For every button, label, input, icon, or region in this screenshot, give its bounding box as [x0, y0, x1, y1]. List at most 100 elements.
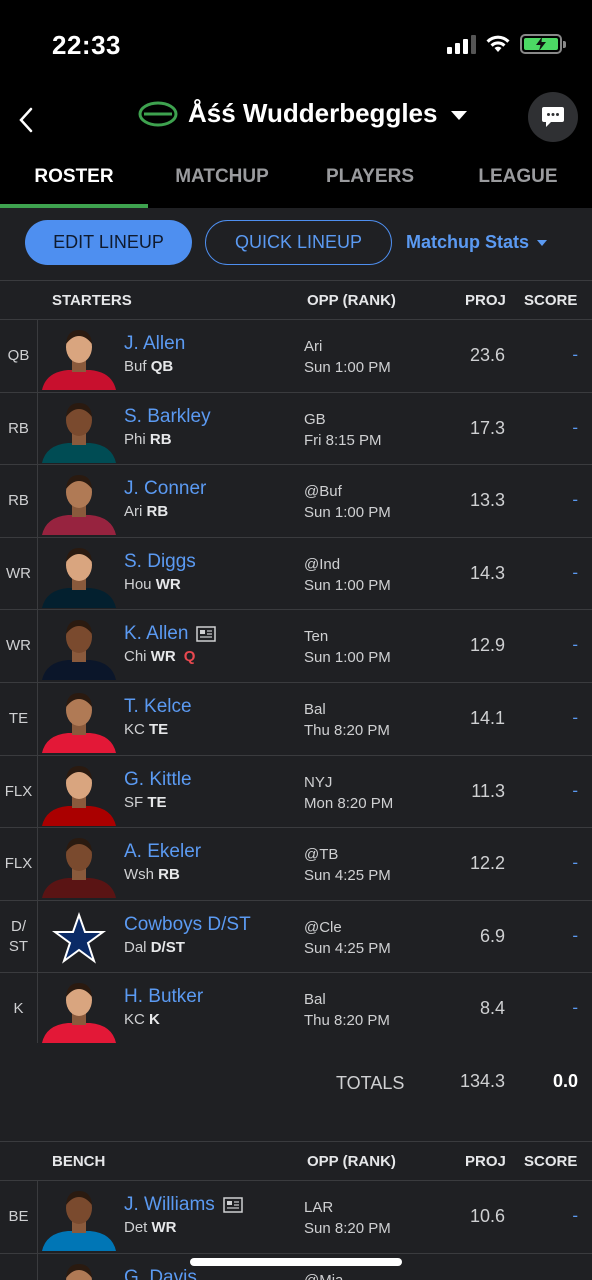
- player-name[interactable]: G. Davis: [124, 1267, 197, 1280]
- player-name-link[interactable]: J. Allen: [124, 333, 185, 355]
- player-name-link[interactable]: J. Conner: [124, 478, 206, 500]
- live-score[interactable]: -: [572, 563, 578, 583]
- opp-column-header: OPP (RANK): [307, 1153, 396, 1170]
- roster-slot[interactable]: BE: [0, 1181, 38, 1253]
- player-row[interactable]: D/ST Cowboys D/ST Dal D/ST @Cle Sun 4:25 PM 6…: [0, 900, 592, 974]
- player-row[interactable]: QB J. Allen Buf QB Ari Sun 1:00 PM 23.6 -: [0, 320, 592, 393]
- tab-league[interactable]: LEAGUE: [444, 152, 592, 208]
- game-time: Sun 1:00 PM: [304, 576, 391, 594]
- player-name[interactable]: H. Butker: [124, 986, 203, 1008]
- player-row[interactable]: RB S. Barkley Phi RB GB Fri 8:15 PM 17.3 -: [0, 392, 592, 466]
- starters-label: STARTERS: [52, 292, 132, 309]
- news-icon[interactable]: [223, 1197, 243, 1213]
- live-score[interactable]: -: [572, 635, 578, 655]
- player-name[interactable]: J. Conner: [124, 478, 206, 500]
- player-photo[interactable]: [40, 540, 118, 608]
- opponent-info: @Ind Sun 1:00 PM: [304, 554, 391, 596]
- player-name-link[interactable]: T. Kelce: [124, 696, 192, 718]
- tab-players[interactable]: PLAYERS: [296, 152, 444, 208]
- player-name[interactable]: K. Allen: [124, 623, 188, 645]
- opponent-info: GB Fri 8:15 PM: [304, 409, 382, 451]
- player-row[interactable]: RB J. Conner Ari RB @Buf Sun 1:00 PM 13.3 -: [0, 465, 592, 538]
- roster-slot[interactable]: K: [0, 973, 38, 1046]
- player-name[interactable]: T. Kelce: [124, 696, 192, 718]
- live-score[interactable]: -: [572, 418, 578, 438]
- player-photo[interactable]: [40, 395, 118, 463]
- player-name[interactable]: S. Barkley: [124, 406, 211, 428]
- player-headshot: [42, 547, 116, 608]
- player-photo[interactable]: [40, 903, 118, 971]
- chat-button[interactable]: [528, 92, 578, 142]
- live-score[interactable]: -: [572, 781, 578, 801]
- player-name-link[interactable]: S. Barkley: [124, 406, 211, 428]
- player-photo[interactable]: [40, 467, 118, 536]
- news-icon[interactable]: [196, 626, 217, 643]
- opponent-team: @Mia: [304, 1270, 343, 1280]
- player-row[interactable]: TE T. Kelce KC TE Bal Thu 8:20 PM 14.1 -: [0, 683, 592, 756]
- player-photo[interactable]: [40, 685, 118, 753]
- player-photo[interactable]: [40, 1183, 118, 1251]
- roster-slot[interactable]: FLX: [0, 755, 38, 828]
- player-name-link[interactable]: K. Allen: [124, 623, 217, 645]
- player-row[interactable]: BE J. Williams Det WR LAR Sun 8:20 PM 10.6 -: [0, 1181, 592, 1254]
- live-score[interactable]: -: [572, 998, 578, 1018]
- opponent-team: Ari: [304, 338, 323, 355]
- roster-slot[interactable]: WR: [0, 610, 38, 683]
- tab-roster[interactable]: ROSTER: [0, 152, 148, 208]
- roster-slot[interactable]: BE: [0, 1253, 38, 1280]
- nav-bar: Åśś Wudderbeggles: [0, 92, 592, 152]
- matchup-stats-dropdown[interactable]: Matchup Stats: [406, 232, 548, 253]
- player-name[interactable]: A. Ekeler: [124, 841, 201, 863]
- player-name[interactable]: J. Williams: [124, 1194, 215, 1216]
- player-photo[interactable]: [40, 612, 118, 681]
- player-headshot: [42, 693, 116, 753]
- live-score[interactable]: -: [572, 345, 578, 365]
- live-score[interactable]: -: [572, 708, 578, 728]
- player-name[interactable]: G. Kittle: [124, 769, 192, 791]
- player-name-link[interactable]: S. Diggs: [124, 551, 196, 573]
- player-name[interactable]: J. Allen: [124, 333, 185, 355]
- player-row[interactable]: WR S. Diggs Hou WR @Ind Sun 1:00 PM 14.3 -: [0, 537, 592, 611]
- roster-slot[interactable]: WR: [0, 537, 38, 610]
- back-button[interactable]: [18, 100, 44, 140]
- player-row[interactable]: WR K. Allen Chi WR Q Ten Sun 1:00 PM 12.9-: [0, 610, 592, 683]
- opponent-team: Ten: [304, 628, 329, 646]
- player-name-link[interactable]: H. Butker: [124, 986, 203, 1008]
- player-photo[interactable]: [40, 975, 118, 1044]
- live-score[interactable]: -: [572, 490, 578, 510]
- player-name[interactable]: Cowboys D/ST: [124, 914, 251, 936]
- player-name-link[interactable]: J. Williams: [124, 1194, 243, 1216]
- chevron-left-icon: [19, 107, 33, 133]
- roster-slot[interactable]: RB: [0, 465, 38, 538]
- player-photo[interactable]: [40, 758, 118, 826]
- player-position: RB: [149, 430, 172, 448]
- player-name-link[interactable]: G. Kittle: [124, 769, 192, 791]
- player-name-link[interactable]: A. Ekeler: [124, 841, 201, 863]
- player-photo[interactable]: [40, 1256, 118, 1280]
- live-score[interactable]: -: [572, 853, 578, 873]
- roster-slot[interactable]: TE: [0, 683, 38, 755]
- home-indicator[interactable]: [190, 1258, 402, 1266]
- player-name-link[interactable]: Cowboys D/ST: [124, 914, 251, 936]
- team-selector[interactable]: Åśś Wudderbeggles: [138, 98, 468, 129]
- player-row[interactable]: FLX A. Ekeler Wsh RB @TB Sun 4:25 PM 12.2 -: [0, 828, 592, 901]
- live-score[interactable]: -: [572, 926, 578, 946]
- roster-slot[interactable]: FLX: [0, 828, 38, 901]
- bench-header: BENCH OPP (RANK) PROJ SCORE: [0, 1141, 592, 1181]
- game-time: Sun 1:00 PM: [304, 649, 391, 667]
- player-photo[interactable]: [40, 830, 118, 899]
- quick-lineup-button[interactable]: QUICK LINEUP: [205, 220, 392, 265]
- player-team-position: Hou WR: [124, 575, 181, 593]
- player-row[interactable]: FLX G. Kittle SF TE NYJ Mon 8:20 PM 11.3 -: [0, 755, 592, 829]
- tab-matchup[interactable]: MATCHUP: [148, 152, 296, 208]
- roster-slot[interactable]: D/ST: [0, 900, 38, 973]
- live-score[interactable]: -: [572, 1206, 578, 1226]
- roster-slot[interactable]: RB: [0, 392, 38, 465]
- edit-lineup-button[interactable]: EDIT LINEUP: [25, 220, 192, 265]
- player-position: WR: [151, 1219, 177, 1236]
- player-row[interactable]: K H. Butker KC K Bal Thu 8:20 PM 8.4 -: [0, 973, 592, 1046]
- player-name[interactable]: S. Diggs: [124, 551, 196, 573]
- player-name-link[interactable]: G. Davis: [124, 1267, 197, 1280]
- player-photo[interactable]: [40, 322, 118, 390]
- roster-slot[interactable]: QB: [0, 320, 38, 392]
